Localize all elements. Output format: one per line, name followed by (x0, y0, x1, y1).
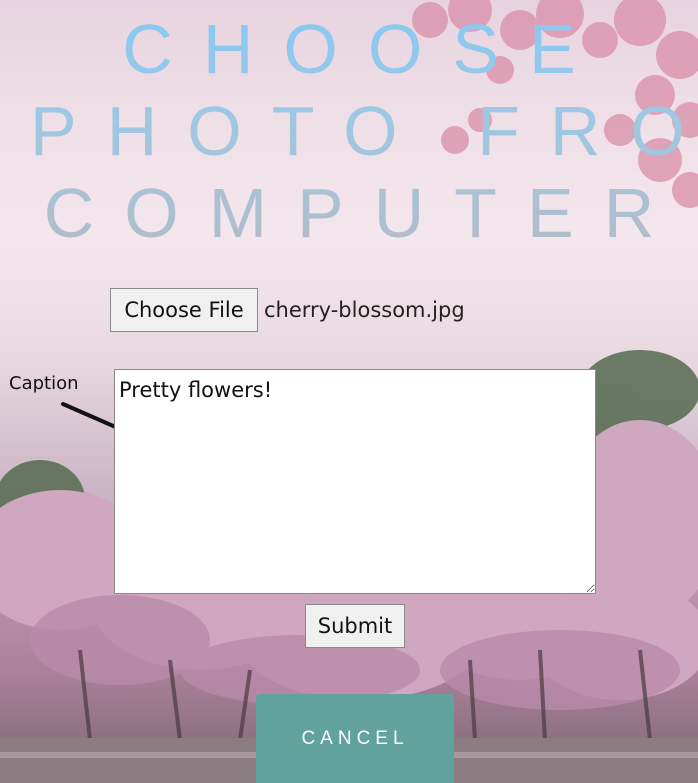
file-picker: Choose File cherry-blossom.jpg (110, 288, 465, 332)
submit-button[interactable]: Submit (305, 604, 405, 648)
cancel-button[interactable]: CANCEL (256, 694, 454, 783)
title-line-2: PHOTO FROM (30, 92, 698, 170)
title-line-3: COMPUTER (43, 174, 685, 252)
page-title: CHOOSE PHOTO FROM COMPUTER (0, 8, 698, 254)
title-line-1: CHOOSE (122, 10, 606, 88)
choose-file-button[interactable]: Choose File (110, 288, 258, 332)
caption-label: Caption (9, 373, 79, 394)
selected-file-name: cherry-blossom.jpg (264, 298, 465, 322)
caption-textarea[interactable]: Pretty flowers! (114, 369, 596, 594)
